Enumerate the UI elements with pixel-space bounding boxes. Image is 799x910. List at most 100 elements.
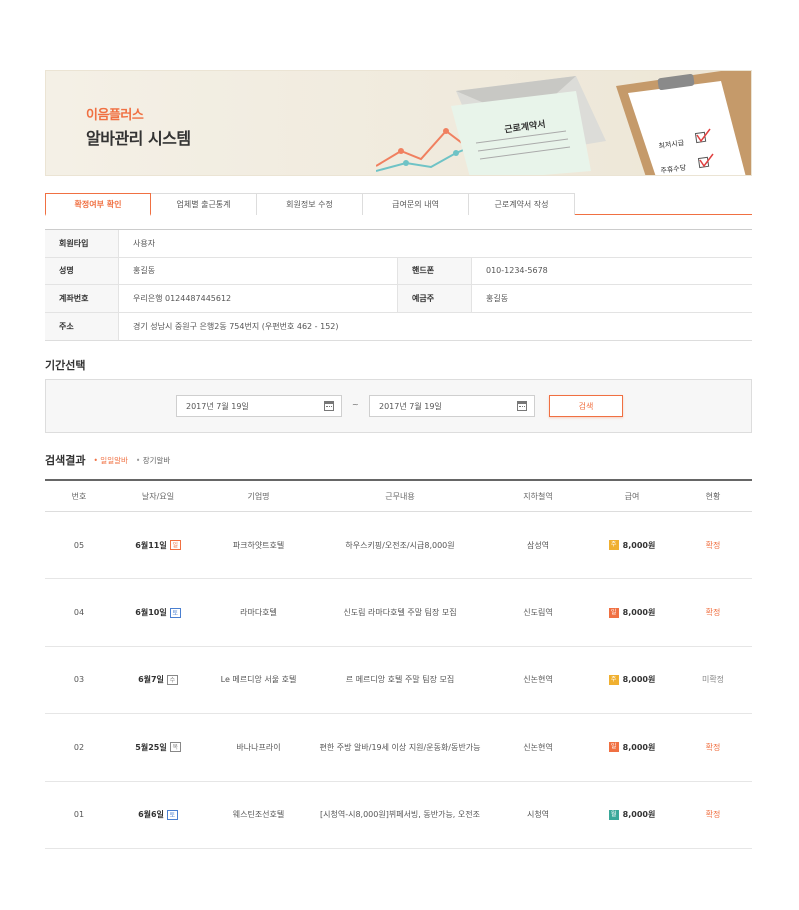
row-station: 시청역	[526, 810, 550, 820]
table-row[interactable]: 05 6월11일 일 파크하얏트호텔 하우스키핑/오전조/시급8,000원 삼성역 주 8,0…	[45, 512, 752, 580]
row-date-cell: 6월7일 수	[113, 647, 203, 713]
row-status: 확정	[705, 608, 721, 618]
pay-type-badge: 월	[608, 809, 619, 820]
tab-pay-inquiry[interactable]: 급여문의 내역	[363, 193, 469, 215]
row-date-cell: 6월11일 일	[113, 512, 203, 578]
value-name: 홍길동	[119, 257, 398, 284]
row-date-cell: 5월25일 목	[113, 714, 203, 780]
row-company: 웨스틴조선호텔	[232, 810, 285, 820]
weekday-badge: 토	[169, 607, 181, 618]
tab-confirm-status[interactable]: 확정여부 확인	[45, 193, 151, 216]
tab-edit-profile[interactable]: 회원정보 수정	[257, 193, 363, 215]
label-phone: 핸드폰	[398, 257, 472, 284]
label-member-type: 회원타입	[45, 230, 119, 257]
period-box: 2017년 7월 19일 ~ 2017년 7월 19일 검색	[45, 379, 752, 433]
row-company: Le 메르디앙 서울 호텔	[220, 675, 297, 685]
results-title: 검색결과	[45, 454, 86, 467]
row-number: 05	[73, 540, 85, 550]
row-date: 5월25일	[135, 742, 167, 752]
banner-illustration: 근로계약서 최저시급 주휴수당	[376, 71, 751, 175]
info-row-name: 성명 홍길동 핸드폰 010-1234-5678	[45, 257, 752, 285]
label-holder: 예금주	[398, 285, 472, 312]
pay-type-badge: 일	[608, 607, 619, 618]
row-company: 라마다호텔	[240, 608, 277, 618]
weekday-badge: 일	[169, 540, 181, 551]
row-pay: 8,000원	[622, 742, 656, 752]
row-station: 신도림역	[523, 608, 553, 618]
table-row[interactable]: 03 6월7일 수 Le 메르디앙 서울 호텔 르 메르디앙 호텔 주말 팀장 모집 신논…	[45, 647, 752, 715]
calendar-icon[interactable]	[324, 401, 334, 411]
pay-type-badge: 주	[608, 674, 619, 685]
row-number: 02	[73, 742, 85, 752]
filter-long-term[interactable]: • 장기알바	[136, 455, 170, 466]
filter-long-label: 장기알바	[142, 455, 171, 465]
row-status: 확정	[705, 810, 721, 820]
row-station: 신논현역	[523, 742, 553, 752]
period-section-title: 기간선택	[45, 359, 86, 372]
results-table: 번호 날자/요일 기업명 근무내용 지하철역 급여 현황 05 6월11일 일 파크하…	[45, 479, 752, 849]
value-member-type: 사용자	[133, 238, 156, 248]
table-row[interactable]: 02 5월25일 목 바나나프라이 편한 주방 알바/19세 이상 지원/운동화/동반가…	[45, 714, 752, 782]
table-row[interactable]: 04 6월10일 토 라마다호텔 신도림 라마다호텔 주말 팀장 모집 신도림역 일 8,00…	[45, 579, 752, 647]
end-date-value: 2017년 7월 19일	[379, 401, 442, 411]
filter-daily[interactable]: • 일일알바	[93, 455, 127, 466]
label-address: 주소	[45, 312, 119, 340]
row-pay-cell: 주 8,000원	[590, 512, 674, 578]
row-number: 01	[73, 810, 85, 820]
date-range-separator: ~	[352, 400, 359, 409]
filter-daily-label: 일일알바	[100, 455, 128, 465]
header-status: 현황	[705, 491, 721, 501]
row-number: 04	[73, 608, 85, 618]
row-pay: 8,000원	[622, 675, 656, 685]
member-info-table: 회원타입 사용자 성명 홍길동 핸드폰 010-1234-5678 계좌번호 우…	[45, 229, 752, 341]
header-date: 날자/요일	[141, 491, 175, 501]
header-pay: 급여	[624, 491, 640, 501]
start-date-input[interactable]: 2017년 7월 19일	[176, 395, 342, 417]
row-status: 확정	[705, 742, 721, 752]
row-pay: 8,000원	[622, 540, 656, 550]
label-name: 성명	[45, 257, 119, 284]
row-pay-cell: 월 8,000원	[590, 782, 674, 848]
info-row-account: 계좌번호 우리은행 0124487445612 예금주 홍길동	[45, 285, 752, 313]
label-account: 계좌번호	[45, 285, 119, 312]
value-holder: 홍길동	[486, 293, 509, 303]
info-row-type: 회원타입 사용자	[45, 230, 752, 258]
weekday-badge: 수	[166, 674, 178, 685]
row-date: 6월6일	[138, 810, 164, 820]
row-pay-cell: 주 8,000원	[590, 647, 674, 713]
header-no: 번호	[71, 491, 87, 501]
value-address: 경기 성남시 중원구 은행2동 754번지 (우편번호 462 - 152)	[133, 321, 339, 331]
header-work: 근무내용	[385, 491, 415, 501]
row-status: 미확정	[701, 675, 725, 685]
tab-attendance-stats[interactable]: 업체별 출근통계	[151, 193, 257, 215]
row-work: 편한 주방 알바/19세 이상 지원/운동화/동반가능	[319, 742, 481, 752]
tab-write-contract[interactable]: 근로계약서 작성	[469, 193, 575, 215]
row-station: 삼성역	[526, 540, 550, 550]
row-pay-cell: 일 8,000원	[590, 579, 674, 645]
row-work: 신도림 라마다호텔 주말 팀장 모집	[343, 608, 457, 618]
start-date-value: 2017년 7월 19일	[186, 401, 249, 411]
calendar-icon[interactable]	[517, 401, 527, 411]
row-status: 확정	[705, 540, 721, 550]
results-header: 검색결과 • 일일알바 • 장기알바	[45, 452, 178, 468]
header-station: 지하철역	[523, 491, 553, 501]
pay-type-badge: 일	[608, 742, 619, 753]
table-row[interactable]: 01 6월6일 토 웨스틴조선호텔 [시청역-시8,000원]뷔페서빙, 동반가능, 오…	[45, 782, 752, 849]
search-button[interactable]: 검색	[549, 395, 623, 417]
table-header: 번호 날자/요일 기업명 근무내용 지하철역 급여 현황	[45, 481, 752, 512]
value-phone: 010-1234-5678	[486, 266, 548, 276]
end-date-input[interactable]: 2017년 7월 19일	[369, 395, 535, 417]
row-pay: 8,000원	[622, 810, 656, 820]
row-station: 신논현역	[523, 675, 553, 685]
row-date-cell: 6월10일 토	[113, 579, 203, 645]
tab-bar: 확정여부 확인 업체별 출근통계 회원정보 수정 급여문의 내역 근로계약서 작…	[45, 193, 752, 216]
row-number: 03	[73, 675, 85, 685]
system-title: 알바관리 시스템	[86, 129, 191, 148]
row-date: 6월10일	[135, 608, 167, 618]
brand-name: 이음플러스	[86, 108, 144, 123]
row-work: 하우스키핑/오전조/시급8,000원	[345, 540, 455, 550]
row-company: 바나나프라이	[236, 742, 281, 752]
weekday-badge: 토	[166, 809, 178, 820]
header-company: 기업명	[247, 491, 270, 501]
row-date: 6월11일	[135, 540, 167, 550]
